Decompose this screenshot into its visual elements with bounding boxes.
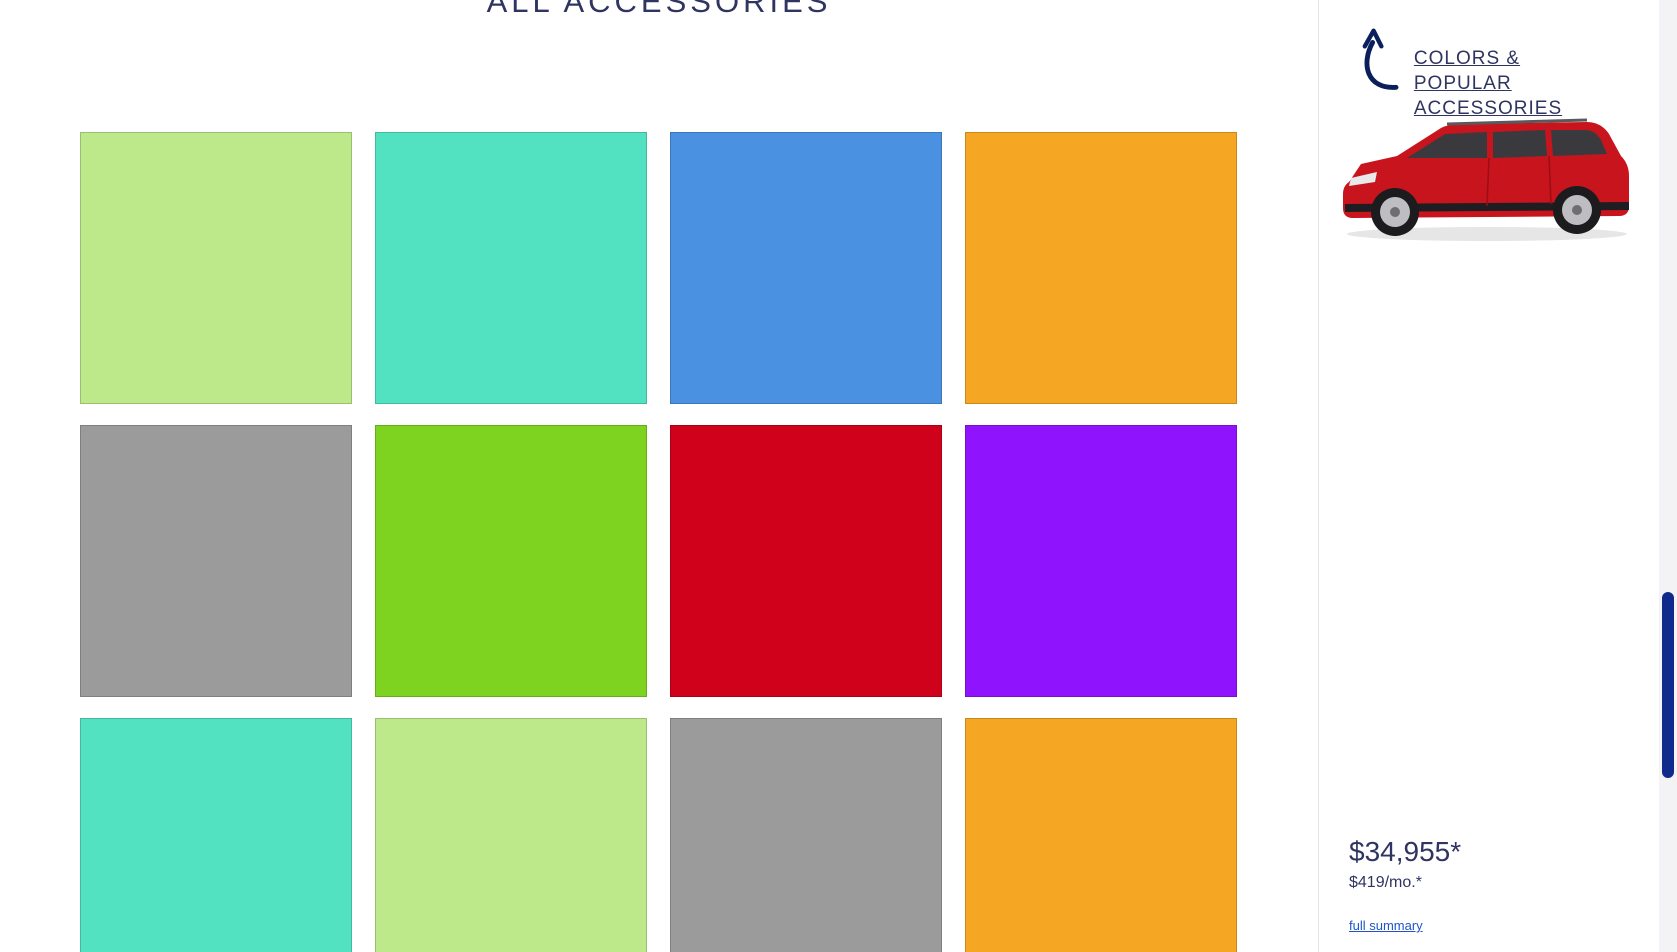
main-content: ALL ACCESSORIES bbox=[0, 0, 1318, 952]
accessory-tile[interactable] bbox=[670, 425, 942, 697]
curved-back-arrow-icon bbox=[1362, 28, 1399, 90]
full-summary-link[interactable]: full summary bbox=[1349, 918, 1423, 933]
accessory-tile[interactable] bbox=[375, 425, 647, 697]
accessory-tile[interactable] bbox=[965, 425, 1237, 697]
accessory-tile[interactable] bbox=[965, 132, 1237, 404]
back-link-line1[interactable]: COLORS & bbox=[1414, 46, 1659, 71]
page-scrollbar[interactable] bbox=[1659, 0, 1677, 952]
page-title: ALL ACCESSORIES bbox=[486, 0, 832, 19]
back-to-colors-link[interactable]: COLORS & POPULAR ACCESSORIES bbox=[1357, 24, 1659, 121]
monthly-price: $419/mo.* bbox=[1349, 874, 1422, 891]
accessory-tile[interactable] bbox=[80, 425, 352, 697]
red-suv-image bbox=[1343, 118, 1629, 241]
back-link-label[interactable]: COLORS & POPULAR ACCESSORIES bbox=[1414, 46, 1659, 121]
accessory-tile[interactable] bbox=[670, 132, 942, 404]
accessory-grid bbox=[80, 132, 1237, 952]
total-price: $34,955* bbox=[1349, 836, 1462, 867]
scrollbar-thumb[interactable] bbox=[1662, 592, 1674, 778]
accessory-tile[interactable] bbox=[965, 718, 1237, 952]
accessory-tile[interactable] bbox=[375, 718, 647, 952]
accessory-tile[interactable] bbox=[670, 718, 942, 952]
accessory-tile[interactable] bbox=[80, 132, 352, 404]
accessory-tile[interactable] bbox=[375, 132, 647, 404]
accessory-tile[interactable] bbox=[80, 718, 352, 952]
summary-sidebar: COLORS & POPULAR ACCESSORIES $34,955* $4… bbox=[1318, 0, 1659, 952]
